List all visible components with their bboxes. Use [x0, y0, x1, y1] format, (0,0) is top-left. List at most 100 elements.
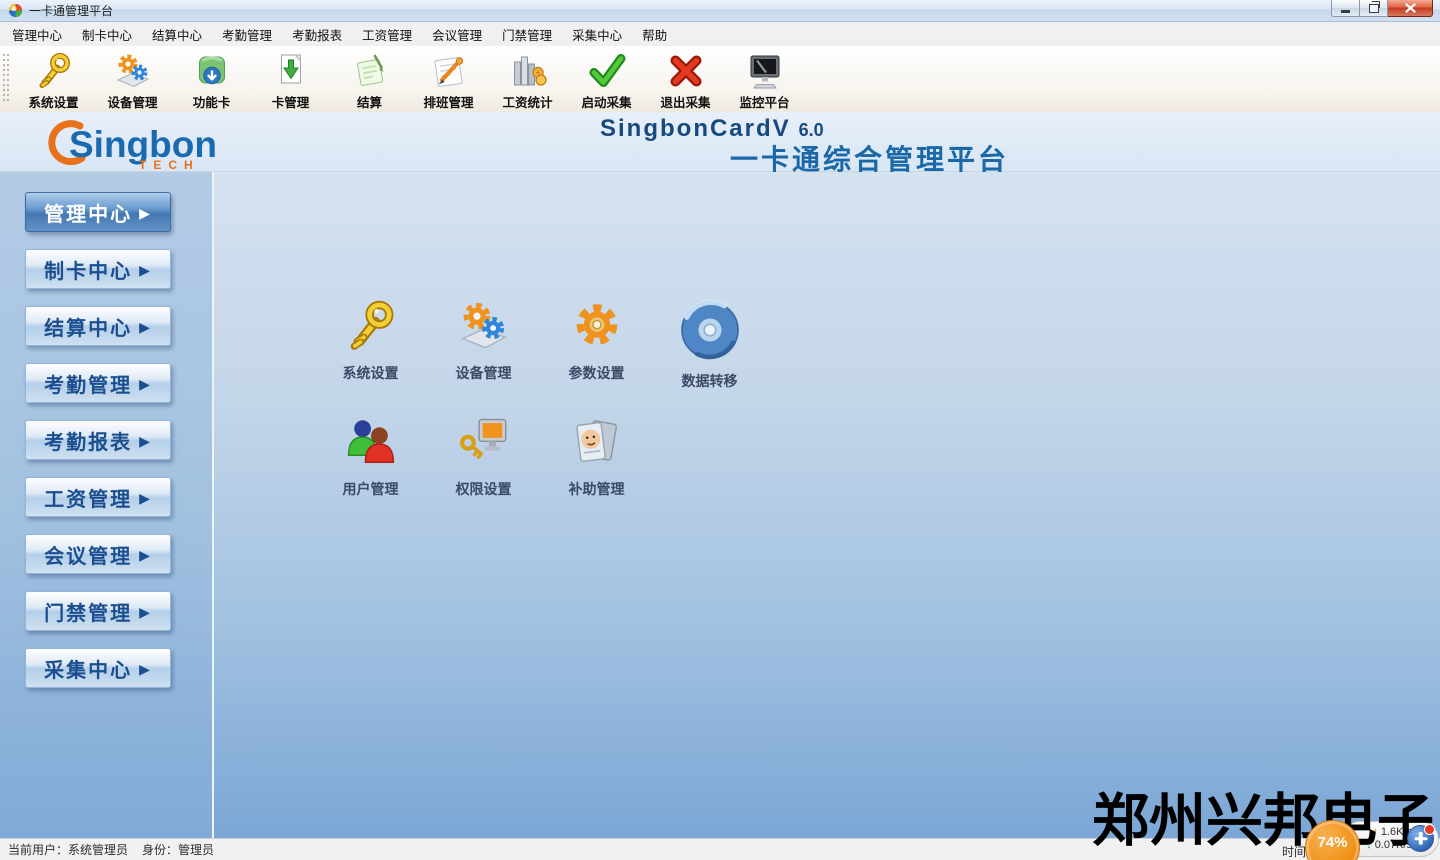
toolbar-button-label: 结算 [357, 92, 382, 111]
cd-icon [678, 298, 742, 367]
toolbar-button-salary-stats[interactable]: 工资统计 [488, 49, 567, 111]
content-area: 管理中心▶制卡中心▶结算中心▶考勤管理▶考勤报表▶工资管理▶会议管理▶门禁管理▶… [0, 172, 1440, 838]
toolbar-button-shift-manage[interactable]: 排班管理 [409, 49, 488, 111]
sidebar-item-label: 考勤报表 [44, 426, 132, 455]
menu-item-settlement-center[interactable]: 结算中心 [142, 21, 212, 48]
chevron-right-icon: ▶ [139, 604, 152, 621]
toolbar-button-label: 设备管理 [107, 92, 157, 111]
window-title: 一卡通管理平台 [29, 2, 113, 19]
monitor-icon [745, 51, 785, 91]
module-label: 权限设置 [456, 479, 512, 499]
module-system-settings[interactable]: 系统设置 [314, 298, 427, 391]
current-user-text: 当前用户：系统管理员 [8, 841, 128, 858]
toolbar-button-card-manage[interactable]: 卡管理 [251, 49, 330, 111]
sidebar-item-salary-manage[interactable]: 工资管理 ▶ [25, 477, 171, 517]
toolbar-button-stop-collect[interactable]: 退出采集 [646, 49, 725, 111]
minimize-icon [1341, 10, 1350, 13]
watermark: 郑州兴邦电子 [1092, 793, 1434, 850]
module-label: 设备管理 [456, 363, 512, 383]
sidebar-item-meeting-manage[interactable]: 会议管理▶ [25, 534, 171, 574]
module-param-settings[interactable]: 参数设置 [540, 298, 653, 391]
module-data-transfer[interactable]: 数据转移 [653, 298, 766, 391]
module-user-manage[interactable]: 用户管理 [314, 414, 427, 499]
battery-percent: 74% [1317, 834, 1347, 851]
module-label: 用户管理 [343, 479, 399, 499]
logo-sub-text: TECH [139, 158, 200, 171]
function-card-icon [192, 51, 232, 91]
close-icon [1405, 3, 1416, 13]
module-label: 参数设置 [569, 363, 625, 383]
chevron-right-icon: ▶ [139, 376, 152, 393]
menu-item-help[interactable]: 帮助 [632, 21, 677, 48]
key-monitor-icon [456, 414, 512, 475]
notification-dot [1424, 824, 1435, 835]
menu-item-meeting-manage[interactable]: 会议管理 [422, 21, 492, 48]
toolbar-button-label: 启动采集 [581, 92, 631, 111]
menu-item-attendance-report[interactable]: 考勤报表 [282, 21, 352, 48]
banner: Singbon TECH SingbonCardV6.0 一卡通综合管理平台 [0, 112, 1440, 172]
restore-icon [1369, 4, 1379, 13]
menu-item-attendance-manage[interactable]: 考勤管理 [212, 21, 282, 48]
toolbar: 系统设置设备管理 功能卡 卡管理 结算 排班管理工资统计 启动采集 退出采集 监控平台 [0, 46, 1440, 113]
key-icon [343, 298, 399, 359]
sidebar-item-label: 会议管理 [44, 540, 132, 569]
chevron-right-icon: ▶ [139, 661, 152, 678]
toolbar-items: 系统设置设备管理 功能卡 卡管理 结算 排班管理工资统计 启动采集 退出采集 监控平台 [14, 49, 804, 111]
toolbar-button-label: 工资统计 [502, 92, 552, 111]
toolbar-button-label: 功能卡 [193, 92, 231, 111]
sidebar: 管理中心▶制卡中心▶结算中心▶考勤管理▶考勤报表▶工资管理▶会议管理▶门禁管理▶… [0, 172, 214, 838]
key-icon [34, 51, 74, 91]
chevron-right-icon: ▶ [139, 433, 152, 450]
sidebar-item-attendance-report[interactable]: 考勤报表 ▶ [25, 420, 171, 460]
floating-ball[interactable] [1407, 825, 1434, 852]
module-device-manage[interactable]: 设备管理 [427, 298, 540, 391]
sidebar-item-manage-center[interactable]: 管理中心▶ [25, 192, 171, 232]
toolbar-button-start-collect[interactable]: 启动采集 [567, 49, 646, 111]
toolbar-button-function-card[interactable]: 功能卡 [172, 49, 251, 111]
check-icon [587, 51, 627, 91]
menu-item-salary-manage[interactable]: 工资管理 [352, 21, 422, 48]
menu-item-manage-center[interactable]: 管理中心 [2, 21, 72, 48]
chevron-right-icon: ▶ [139, 490, 152, 507]
toolbar-button-settlement[interactable]: 结算 [330, 49, 409, 111]
sidebar-item-label: 结算中心 [44, 312, 132, 341]
sidebar-item-collection-center[interactable]: 采集中心 ▶ [25, 648, 171, 688]
menu-item-card-making-center[interactable]: 制卡中心 [72, 21, 142, 48]
minimize-button[interactable] [1331, 0, 1360, 17]
module-row-1: 系统设置设备管理 参数设置 数据转移 [314, 298, 766, 391]
menubar: 管理中心制卡中心结算中心考勤管理考勤报表工资管理会议管理门禁管理采集中心帮助 [0, 22, 1440, 47]
sidebar-item-settlement-center[interactable]: 结算中心▶ [25, 306, 171, 346]
singbon-logo: Singbon TECH [36, 115, 261, 171]
restore-button[interactable] [1360, 0, 1388, 17]
toolbar-button-monitor-platform[interactable]: 监控平台 [725, 49, 804, 111]
toolbar-button-label: 卡管理 [272, 92, 310, 111]
module-label: 补助管理 [569, 479, 625, 499]
toolbar-button-system-settings[interactable]: 系统设置 [14, 49, 93, 111]
sidebar-item-card-making-center[interactable]: 制卡中心▶ [25, 249, 171, 289]
toolbar-button-label: 监控平台 [739, 92, 789, 111]
app-window: 一卡通管理平台 管理中心制卡中心结算中心考勤管理考勤报表工资管理会议管理门禁管理… [0, 0, 1440, 860]
module-row-2: 用户管理 权限设置 补助管理 [314, 414, 653, 499]
sheet-pen-icon [429, 51, 469, 91]
app-logo-icon [8, 3, 23, 18]
toolbar-grip[interactable] [3, 54, 9, 104]
plus-icon [1414, 837, 1427, 841]
sidebar-item-label: 管理中心 [44, 198, 132, 227]
cross-icon [666, 51, 706, 91]
module-subsidy-manage[interactable]: 补助管理 [540, 414, 653, 499]
bars-coins-icon [508, 51, 548, 91]
toolbar-button-label: 退出采集 [660, 92, 710, 111]
window-controls [1331, 0, 1433, 17]
sidebar-item-access-manage[interactable]: 门禁管理▶ [25, 591, 171, 631]
menu-item-access-manage[interactable]: 门禁管理 [492, 21, 562, 48]
gear-icon [569, 298, 625, 359]
sidebar-item-attendance-manage[interactable]: 考勤管理 ▶ [25, 363, 171, 403]
sidebar-item-label: 工资管理 [44, 483, 132, 512]
toolbar-button-device-manage[interactable]: 设备管理 [93, 49, 172, 111]
sidebar-item-label: 采集中心 [44, 654, 132, 683]
sidebar-item-label: 考勤管理 [44, 369, 132, 398]
module-permission-settings[interactable]: 权限设置 [427, 414, 540, 499]
close-button[interactable] [1388, 0, 1433, 17]
titlebar: 一卡通管理平台 [0, 0, 1440, 22]
menu-item-collection-center[interactable]: 采集中心 [562, 21, 632, 48]
